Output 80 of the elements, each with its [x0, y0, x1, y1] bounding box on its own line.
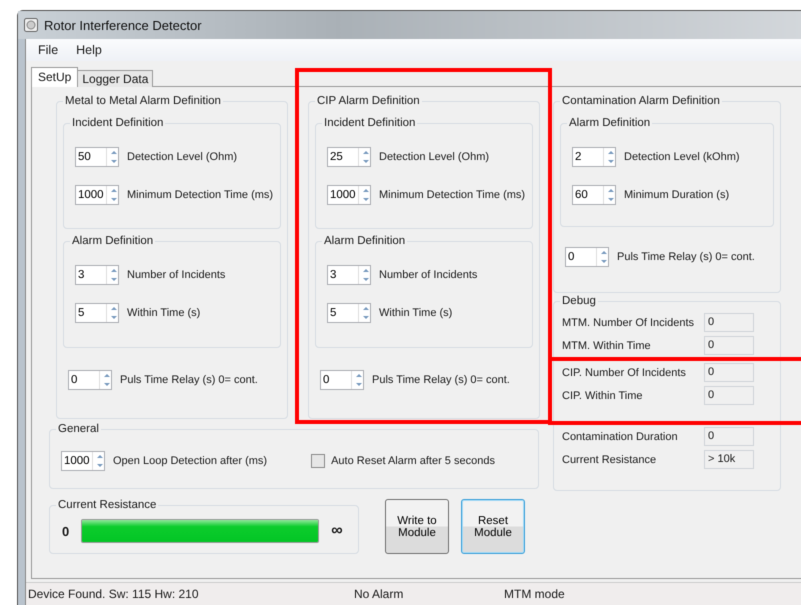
debug-label: Current Resistance [562, 454, 658, 466]
group-title: Debug [561, 295, 597, 307]
number-spinner[interactable]: 1000 [75, 185, 119, 205]
field-label: Puls Time Relay (s) 0= cont. [120, 374, 258, 386]
checkbox[interactable] [311, 454, 326, 468]
app-icon [24, 18, 38, 32]
field-label: Number of Incidents [127, 269, 226, 281]
number-input[interactable]: 1000 [328, 186, 358, 204]
scale-min: 0 [62, 524, 70, 538]
field-label: Detection Level (Ohm) [379, 151, 490, 163]
field-label: Minimum Detection Time (ms) [379, 189, 526, 201]
group-title: CIP Alarm Definition [316, 95, 421, 107]
section-title: Alarm Definition [323, 235, 406, 247]
field-label: Open Loop Detection after (ms) [113, 455, 268, 467]
number-spinner[interactable]: 60 [572, 185, 616, 205]
number-input[interactable]: 60 [573, 186, 603, 204]
field-label: Within Time (s) [127, 307, 200, 319]
number-spinner[interactable]: 25 [327, 147, 371, 167]
debug-value: 0 [704, 386, 754, 405]
number-spinner[interactable]: 1000 [61, 451, 105, 471]
checkbox-label: Auto Reset Alarm after 5 seconds [331, 455, 495, 467]
number-spinner[interactable]: 0 [320, 370, 364, 390]
debug-value: > 10k [704, 450, 754, 469]
number-spinner[interactable]: 1000 [327, 185, 371, 205]
number-spinner[interactable]: 50 [75, 147, 119, 167]
number-input[interactable]: 3 [328, 266, 358, 284]
number-spinner[interactable]: 5 [327, 303, 371, 323]
number-input[interactable]: 2 [573, 148, 603, 166]
debug-value: 0 [704, 336, 754, 355]
group-title: Contamination Alarm Definition [561, 95, 721, 107]
group-title: General [57, 423, 100, 435]
field-label: Minimum Duration (s) [624, 189, 730, 201]
number-input[interactable]: 50 [76, 148, 106, 166]
number-input[interactable]: 5 [76, 304, 106, 322]
menu-item[interactable]: File [30, 41, 66, 59]
section-title: Alarm Definition [568, 117, 652, 129]
number-input[interactable]: 0 [321, 371, 351, 389]
section-title: Incident Definition [71, 117, 164, 129]
group-title: Current Resistance [57, 499, 158, 511]
field-label: Puls Time Relay (s) 0= cont. [617, 251, 755, 263]
status-text: MTM mode [503, 587, 566, 601]
field-label: Puls Time Relay (s) 0= cont. [372, 374, 510, 386]
section-title: Incident Definition [323, 117, 416, 129]
number-spinner[interactable]: 3 [327, 265, 371, 285]
field-label: Number of Incidents [379, 269, 478, 281]
field-label: Detection Level (kOhm) [624, 151, 740, 163]
tab[interactable]: Logger Data [77, 70, 154, 87]
number-spinner[interactable]: 5 [75, 303, 119, 323]
number-input[interactable]: 1000 [62, 452, 92, 470]
field-label: Minimum Detection Time (ms) [127, 189, 274, 201]
number-input[interactable]: 5 [328, 304, 358, 322]
debug-value: 0 [704, 313, 754, 332]
debug-label: MTM. Within Time [562, 340, 652, 352]
debug-value: 0 [704, 427, 754, 446]
menu-item[interactable]: Help [68, 41, 110, 59]
module-button[interactable]: Write to Module [385, 499, 449, 554]
number-spinner[interactable]: 3 [75, 265, 119, 285]
status-text: No Alarm [353, 587, 404, 601]
group-title: Metal to Metal Alarm Definition [64, 95, 222, 107]
number-input[interactable]: 0 [69, 371, 99, 389]
number-input[interactable]: 0 [566, 248, 596, 266]
debug-label: CIP. Number Of Incidents [562, 366, 687, 378]
window-title: Rotor Interference Detector [44, 18, 202, 32]
section-title: Alarm Definition [71, 235, 154, 247]
number-input[interactable]: 25 [328, 148, 358, 166]
number-spinner[interactable]: 0 [565, 247, 609, 267]
debug-label: CIP. Within Time [562, 390, 644, 402]
number-spinner[interactable]: 0 [68, 370, 112, 390]
field-label: Within Time (s) [379, 307, 452, 319]
tab[interactable]: SetUp [31, 67, 78, 87]
field-label: Detection Level (Ohm) [127, 151, 238, 163]
status-text: Device Found. Sw: 115 Hw: 210 [27, 587, 200, 601]
number-input[interactable]: 3 [76, 266, 106, 284]
debug-label: MTM. Number Of Incidents [562, 316, 696, 328]
debug-label: Contamination Duration [562, 430, 679, 442]
debug-value: 0 [704, 363, 754, 382]
module-button[interactable]: Reset Module [461, 499, 525, 554]
number-spinner[interactable]: 2 [572, 147, 616, 167]
scale-max: ∞ [331, 522, 343, 540]
number-input[interactable]: 1000 [76, 186, 106, 204]
